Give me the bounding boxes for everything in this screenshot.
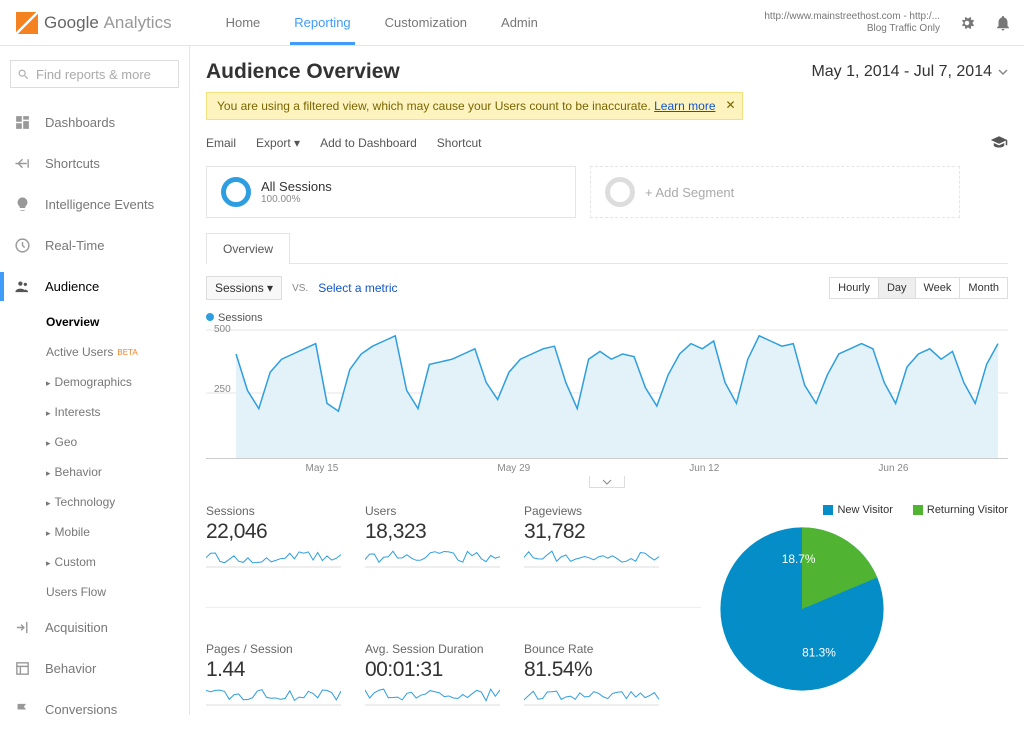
segment-all-sessions[interactable]: All Sessions100.00% xyxy=(206,166,576,218)
metric-sessions[interactable]: Sessions22,046 xyxy=(206,504,341,573)
nav-home[interactable]: Home xyxy=(222,1,265,45)
time-day[interactable]: Day xyxy=(878,277,916,299)
metric-pages-session[interactable]: Pages / Session1.44 xyxy=(206,642,341,711)
metrics-grid: Sessions22,046 Users18,323 Pageviews31,782… xyxy=(206,504,701,715)
ring-icon xyxy=(605,177,635,207)
report-actions: Email Export ▾ Add to Dashboard Shortcut xyxy=(206,134,1008,152)
sub-geo[interactable]: Geo xyxy=(46,427,189,457)
sub-technology[interactable]: Technology xyxy=(46,487,189,517)
chevron-down-icon xyxy=(602,479,612,485)
daterange-picker[interactable]: May 1, 2014 - Jul 7, 2014 xyxy=(811,63,1008,81)
flag-icon xyxy=(14,701,31,718)
metric-avg-session-duration[interactable]: Avg. Session Duration00:01:31 xyxy=(365,642,500,711)
warning-banner: You are using a filtered view, which may… xyxy=(206,92,743,120)
sessions-chart[interactable]: 500 250 xyxy=(206,328,1008,458)
learn-more-link[interactable]: Learn more xyxy=(654,99,715,113)
sub-custom[interactable]: Custom xyxy=(46,547,189,577)
account-dropdown[interactable]: http://www.mainstreethost.com - http:/..… xyxy=(764,11,940,35)
action-email[interactable]: Email xyxy=(206,136,236,150)
ring-icon xyxy=(221,177,251,207)
sub-activeusers[interactable]: Active UsersBETA xyxy=(46,337,189,367)
sidebar-dashboards[interactable]: Dashboards xyxy=(0,102,189,143)
ga-logo-icon xyxy=(16,12,38,34)
time-month[interactable]: Month xyxy=(959,277,1008,299)
sidebar-behavior[interactable]: Behavior xyxy=(0,648,189,689)
page-title: Audience Overview xyxy=(206,60,400,84)
svg-text:81.3%: 81.3% xyxy=(802,646,836,660)
sparkline xyxy=(524,548,659,570)
pie-chart[interactable]: 18.7% 81.3% xyxy=(717,524,887,694)
action-add-dashboard[interactable]: Add to Dashboard xyxy=(320,136,417,150)
sub-demographics[interactable]: Demographics xyxy=(46,367,189,397)
dashboard-icon xyxy=(14,114,31,131)
close-icon[interactable]: ✕ xyxy=(725,98,735,112)
nav-reporting[interactable]: Reporting xyxy=(290,1,354,45)
chart-expand-button[interactable] xyxy=(589,476,625,488)
action-export[interactable]: Export ▾ xyxy=(256,136,300,150)
sidebar-acquisition[interactable]: Acquisition xyxy=(0,607,189,648)
time-granularity: Hourly Day Week Month xyxy=(830,277,1008,299)
segment-add[interactable]: + Add Segment xyxy=(590,166,960,218)
tab-overview[interactable]: Overview xyxy=(206,233,290,264)
top-nav: Home Reporting Customization Admin xyxy=(222,1,542,45)
svg-text:18.7%: 18.7% xyxy=(782,552,816,566)
shortcuts-icon xyxy=(14,155,31,172)
chart-xaxis: May 15 May 29 Jun 12 Jun 26 xyxy=(206,458,1008,474)
metric-users[interactable]: Users18,323 xyxy=(365,504,500,573)
nav-admin[interactable]: Admin xyxy=(497,1,542,45)
sparkline xyxy=(365,686,500,708)
sparkline xyxy=(206,686,341,708)
sidebar-audience[interactable]: Audience xyxy=(0,266,189,307)
sidebar-conversions[interactable]: Conversions xyxy=(0,689,189,730)
action-shortcut[interactable]: Shortcut xyxy=(437,136,482,150)
bell-icon[interactable] xyxy=(994,14,1012,32)
top-right: http://www.mainstreethost.com - http:/..… xyxy=(764,11,1012,35)
time-week[interactable]: Week xyxy=(915,277,961,299)
behavior-icon xyxy=(14,660,31,677)
bulb-icon xyxy=(14,196,31,213)
topbar: Google Analytics Home Reporting Customiz… xyxy=(0,0,1024,46)
metric-pageviews[interactable]: Pageviews31,782 xyxy=(524,504,659,573)
search-icon xyxy=(17,68,30,81)
search-input[interactable]: Find reports & more xyxy=(10,60,179,88)
logo[interactable]: Google Analytics xyxy=(16,12,172,34)
metric-controls: Sessions ▾ VS. Select a metric Hourly Da… xyxy=(206,276,1008,300)
sub-interests[interactable]: Interests xyxy=(46,397,189,427)
chart-legend: Sessions xyxy=(206,312,1008,324)
sidebar: Find reports & more Dashboards Shortcuts… xyxy=(0,46,190,715)
main: Audience Overview May 1, 2014 - Jul 7, 2… xyxy=(190,46,1024,715)
sparkline xyxy=(524,686,659,708)
tab-bar: Overview xyxy=(206,232,1008,264)
metric-bounce-rate[interactable]: Bounce Rate81.54% xyxy=(524,642,659,711)
sub-usersflow[interactable]: Users Flow xyxy=(46,577,189,607)
clock-icon xyxy=(14,237,31,254)
pie-legend: New Visitor Returning Visitor xyxy=(717,504,1008,516)
nav-customization[interactable]: Customization xyxy=(381,1,471,45)
sidebar-intel[interactable]: Intelligence Events xyxy=(0,184,189,225)
sub-overview[interactable]: Overview xyxy=(46,307,189,337)
sidebar-realtime[interactable]: Real-Time xyxy=(0,225,189,266)
sub-behavior[interactable]: Behavior xyxy=(46,457,189,487)
sparkline xyxy=(206,548,341,570)
sparkline xyxy=(365,548,500,570)
audience-submenu: Overview Active UsersBETA Demographics I… xyxy=(0,307,189,607)
chevron-down-icon xyxy=(998,67,1008,77)
logo-text: Google Analytics xyxy=(44,13,172,33)
select-metric-link[interactable]: Select a metric xyxy=(318,281,397,295)
gear-icon[interactable] xyxy=(958,14,976,32)
sub-mobile[interactable]: Mobile xyxy=(46,517,189,547)
audience-icon xyxy=(14,278,31,295)
time-hourly[interactable]: Hourly xyxy=(829,277,879,299)
graduate-icon[interactable] xyxy=(990,134,1008,152)
metric-dropdown[interactable]: Sessions ▾ xyxy=(206,276,282,300)
sidebar-shortcuts[interactable]: Shortcuts xyxy=(0,143,189,184)
acquisition-icon xyxy=(14,619,31,636)
